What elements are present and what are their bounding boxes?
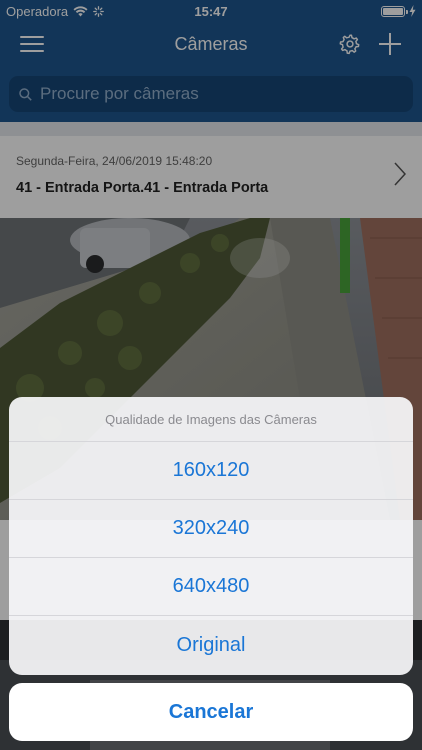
quality-option-original[interactable]: Original <box>9 616 413 674</box>
image-quality-action-sheet: Qualidade de Imagens das Câmeras 160x120… <box>9 397 413 675</box>
quality-option-320x240[interactable]: 320x240 <box>9 500 413 558</box>
quality-option-640x480[interactable]: 640x480 <box>9 558 413 616</box>
cancel-button[interactable]: Cancelar <box>9 683 413 741</box>
action-sheet-title: Qualidade de Imagens das Câmeras <box>9 397 413 442</box>
quality-option-160x120[interactable]: 160x120 <box>9 442 413 500</box>
